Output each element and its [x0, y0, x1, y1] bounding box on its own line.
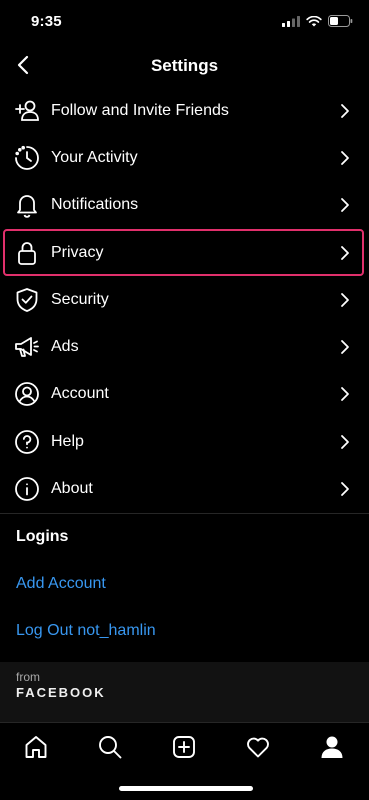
- chevron-right-icon: [341, 292, 349, 307]
- menu-item-your-activity[interactable]: Your Activity: [0, 134, 369, 181]
- home-indicator: [119, 786, 253, 791]
- settings-screen: 9:35 Settings Follow and Invite Friends …: [0, 0, 369, 800]
- chevron-right-icon: [341, 340, 349, 355]
- info-icon: [14, 476, 40, 502]
- tab-new-post[interactable]: [168, 731, 200, 763]
- status-time: 9:35: [31, 13, 62, 30]
- menu-item-label: Ads: [51, 338, 79, 356]
- chevron-right-icon: [341, 103, 349, 118]
- menu-item-help[interactable]: Help: [0, 418, 369, 465]
- chevron-right-icon: [341, 198, 349, 213]
- signal-icon: [282, 15, 300, 27]
- chevron-right-icon: [341, 387, 349, 402]
- add-person-icon: [14, 98, 40, 124]
- tab-home[interactable]: [20, 731, 52, 763]
- from-label: from: [16, 670, 40, 684]
- bell-icon: [14, 192, 40, 218]
- profile-icon: [321, 736, 343, 758]
- menu-item-label: Help: [51, 432, 84, 450]
- add-account-link[interactable]: Add Account: [16, 575, 106, 593]
- menu-item-ads[interactable]: Ads: [0, 323, 369, 370]
- search-icon: [99, 736, 122, 759]
- battery-icon: [328, 15, 353, 27]
- menu-item-security[interactable]: Security: [0, 276, 369, 323]
- chevron-right-icon: [341, 434, 349, 449]
- chevron-right-icon: [341, 151, 349, 165]
- account-icon: [14, 381, 40, 407]
- menu-item-label: Notifications: [51, 196, 139, 214]
- megaphone-icon: [14, 334, 40, 360]
- menu-item-account[interactable]: Account: [0, 371, 369, 418]
- menu-item-about[interactable]: About: [0, 465, 369, 512]
- status-icons: [282, 15, 353, 27]
- log-out-link[interactable]: Log Out not_hamlin: [16, 622, 156, 640]
- menu-item-notifications[interactable]: Notifications: [0, 182, 369, 229]
- header: Settings: [0, 44, 369, 88]
- activity-icon: [14, 145, 40, 171]
- menu-item-label: Account: [51, 385, 109, 403]
- home-icon: [25, 736, 47, 758]
- from-facebook-footer: from FACEBOOK: [0, 662, 369, 722]
- menu-item-label: Follow and Invite Friends: [51, 101, 229, 119]
- tab-profile[interactable]: [316, 731, 348, 763]
- heart-icon: [247, 737, 269, 758]
- menu-item-privacy[interactable]: Privacy: [0, 229, 369, 276]
- menu-item-follow-invite[interactable]: Follow and Invite Friends: [0, 87, 369, 134]
- facebook-wordmark: FACEBOOK: [16, 685, 106, 700]
- menu-item-label: Privacy: [51, 243, 104, 261]
- menu-item-label: About: [51, 480, 93, 498]
- menu-item-label: Security: [51, 290, 109, 308]
- chevron-right-icon: [341, 245, 349, 260]
- page-title: Settings: [150, 56, 219, 75]
- tab-activity[interactable]: [242, 731, 274, 763]
- settings-menu: Follow and Invite Friends Your Activity: [0, 87, 369, 513]
- logins-section-title: Logins: [16, 528, 69, 545]
- wifi-icon: [306, 15, 322, 26]
- divider: [0, 513, 369, 514]
- chevron-right-icon: [341, 482, 349, 496]
- menu-item-label: Your Activity: [51, 148, 138, 166]
- shield-icon: [14, 287, 40, 313]
- status-bar: 9:35: [0, 0, 369, 44]
- add-post-icon: [173, 736, 195, 758]
- help-icon: [14, 429, 40, 455]
- tab-search[interactable]: [94, 731, 126, 763]
- lock-icon: [14, 240, 40, 266]
